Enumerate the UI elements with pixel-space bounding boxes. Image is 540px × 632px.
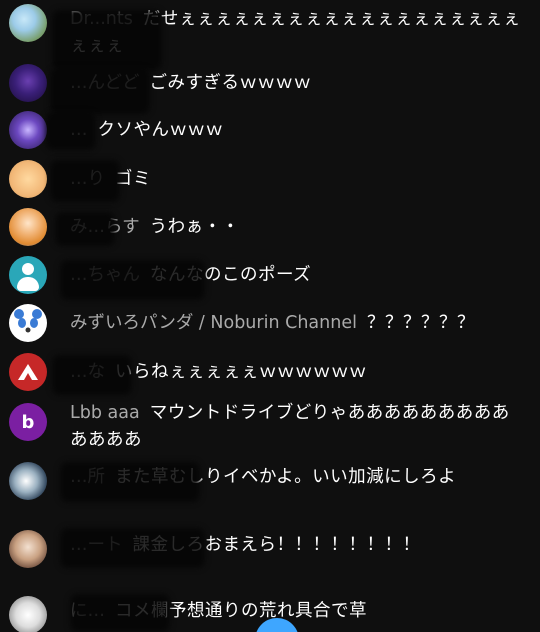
author-name[interactable]: Lbb aaa <box>70 403 140 423</box>
message-text: コメ欄予想通りの荒れ具合で草 <box>115 601 367 621</box>
avatar[interactable] <box>9 160 47 198</box>
avatar[interactable] <box>9 4 47 42</box>
author-name[interactable]: … <box>70 120 88 140</box>
avatar[interactable] <box>9 353 47 391</box>
avatar[interactable] <box>9 462 47 500</box>
chat-message-list[interactable]: Dr...nts だせぇぇぇぇぇぇぇぇぇぇぇぇぇぇぇぇぇぇぇぇぇぇ …んどど ごみす… <box>0 0 540 632</box>
author-name[interactable]: …な <box>70 362 105 382</box>
author-name[interactable]: …り <box>70 169 105 189</box>
author-name[interactable]: み…らす <box>70 217 140 237</box>
message-text: ？？？？？？ <box>366 313 475 333</box>
default-avatar-icon[interactable] <box>9 256 47 294</box>
message-text: うわぁ・・ <box>149 217 240 237</box>
letter-avatar[interactable]: b <box>9 403 47 441</box>
avatar[interactable] <box>9 596 47 632</box>
avatar[interactable] <box>9 64 47 102</box>
message-text: ゴミ <box>115 169 151 189</box>
panda-icon <box>10 305 46 341</box>
avatar-letter: b <box>21 411 35 433</box>
author-name[interactable]: Dr...nts <box>70 9 133 29</box>
message-text: だせぇぇぇぇぇぇぇぇぇぇぇぇぇぇぇぇぇぇぇぇぇぇ <box>70 9 521 56</box>
message-text: また草むしりイベかよ。いい加減にしろよ <box>115 467 457 487</box>
author-name[interactable]: …んどど <box>70 73 139 93</box>
author-name[interactable]: …所 <box>70 467 105 487</box>
mountain-icon <box>18 364 38 380</box>
avatar[interactable] <box>9 530 47 568</box>
author-name[interactable]: に… <box>70 601 105 621</box>
message-text: ごみすぎるｗｗｗｗ <box>149 73 312 93</box>
message-text: クソやんｗｗｗ <box>97 120 224 140</box>
author-name[interactable]: …ート <box>70 535 123 555</box>
message-text: いらねぇぇぇぇぇｗｗｗｗｗｗ <box>115 362 367 382</box>
avatar[interactable] <box>9 304 47 342</box>
author-name[interactable]: …ちゃん <box>70 265 140 285</box>
message-text: なんなのこのポーズ <box>150 265 312 285</box>
avatar[interactable] <box>9 208 47 246</box>
message-text: 課金しろおまえら！！！！！！！！ <box>132 535 421 555</box>
avatar[interactable] <box>9 111 47 149</box>
author-name[interactable]: みずいろパンダ / Noburin Channel <box>70 313 357 333</box>
